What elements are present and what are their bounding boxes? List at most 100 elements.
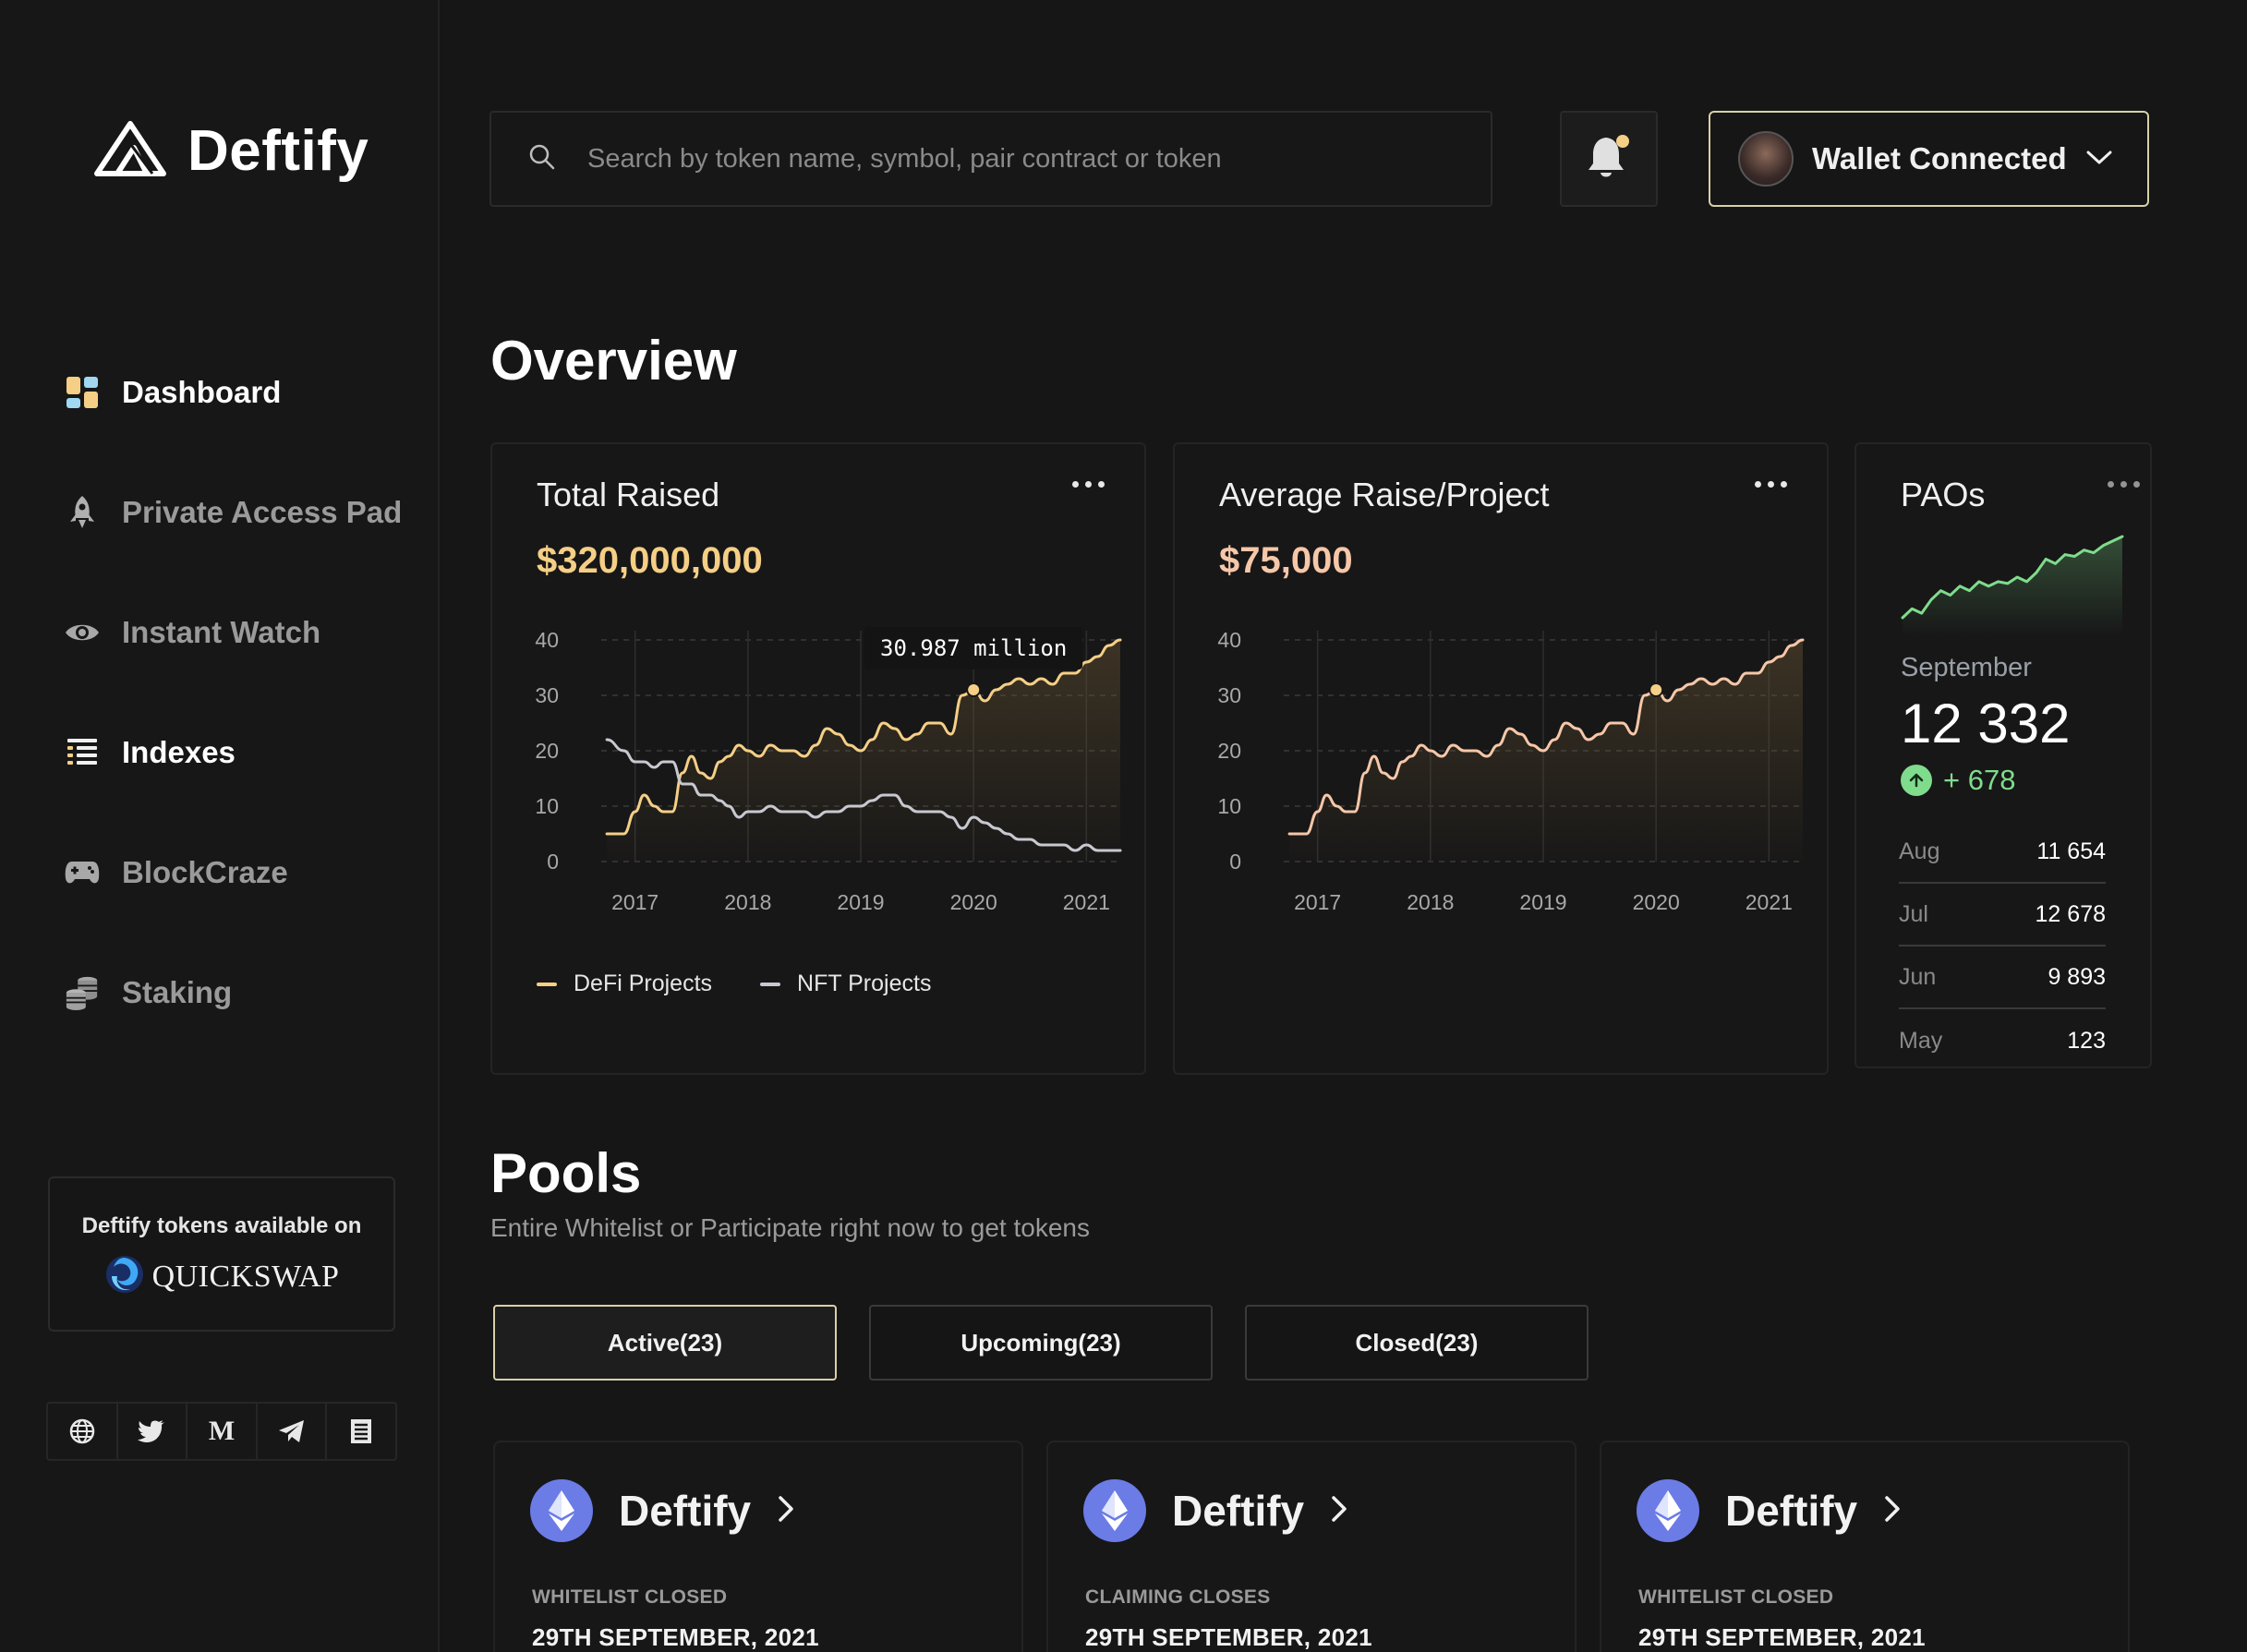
highlight-point — [1649, 682, 1664, 697]
nav-item-private-access-pad[interactable]: Private Access Pad — [65, 452, 402, 573]
pool-header[interactable]: Deftify — [1083, 1479, 1348, 1542]
promo-text: Deftify tokens available on — [81, 1213, 362, 1238]
list-icon — [65, 735, 100, 770]
nav-item-blockcraze[interactable]: BlockCraze — [65, 813, 402, 933]
x-tick-label: 2019 — [837, 890, 884, 914]
tab-closed[interactable]: Closed(23) — [1245, 1305, 1589, 1381]
nav-label-dashboard: Dashboard — [122, 375, 282, 409]
wallet-label: Wallet Connected — [1812, 141, 2067, 175]
dashboard-icon — [65, 375, 100, 410]
y-tick-label: 20 — [535, 739, 559, 763]
paos-sparkline — [1901, 535, 2124, 636]
nav-label-blockcraze: BlockCraze — [122, 855, 288, 889]
paos-change-value: + 678 — [1943, 764, 2016, 796]
row-month: Jun — [1899, 963, 1937, 990]
list-item: Aug 11 654 — [1899, 821, 2106, 884]
x-tick-label: 2020 — [950, 890, 997, 914]
pool-card[interactable]: Deftify CLAIMING CLOSES 29TH SEPTEMBER, … — [1046, 1441, 1577, 1652]
notifications-button[interactable] — [1560, 111, 1658, 207]
row-month: May — [1899, 1027, 1943, 1054]
nav-item-dashboard[interactable]: Dashboard — [65, 332, 402, 452]
pool-status: WHITELIST CLOSED — [1638, 1586, 1834, 1608]
legend-label-nft: NFT Projects — [797, 971, 932, 996]
ethereum-icon — [530, 1479, 593, 1542]
chart-legend: DeFi Projects NFT Projects — [537, 971, 931, 997]
paos-history: Aug 11 654 Jul 12 678 Jun 9 893 May 123 — [1899, 821, 2106, 1072]
y-tick-label: 40 — [1217, 628, 1241, 652]
overview-title: Overview — [490, 330, 737, 392]
total-raised-card: Total Raised $320,000,000 0 10 20 30 40 2017 2… — [490, 442, 1146, 1075]
nav-label-staking: Staking — [122, 975, 233, 1009]
globe-icon[interactable] — [48, 1404, 118, 1459]
pool-header[interactable]: Deftify — [530, 1479, 795, 1542]
search-bar[interactable] — [489, 111, 1492, 207]
y-tick-label: 10 — [535, 794, 559, 818]
pool-date: 29TH SEPTEMBER, 2021 — [1638, 1623, 1926, 1651]
quickswap-logo: QUICKSWAP — [50, 1254, 393, 1299]
nav-label-indexes: Indexes — [122, 735, 236, 769]
chevron-down-icon — [2085, 148, 2113, 171]
pool-header[interactable]: Deftify — [1637, 1479, 1902, 1542]
nav-item-indexes[interactable]: Indexes — [65, 693, 402, 813]
search-input[interactable] — [587, 143, 1419, 175]
pool-name: Deftify — [1172, 1487, 1305, 1535]
brand[interactable]: Deftify — [93, 118, 368, 184]
coins-icon — [65, 975, 100, 1010]
tab-upcoming[interactable]: Upcoming(23) — [869, 1305, 1213, 1381]
search-icon — [528, 143, 556, 175]
bell-icon — [1586, 132, 1632, 187]
telegram-icon[interactable] — [258, 1404, 328, 1459]
x-tick-label: 2019 — [1519, 890, 1566, 914]
average-raise-card: Average Raise/Project $75,000 0 10 20 30 40 2… — [1173, 442, 1829, 1075]
legend-item-defi: DeFi Projects — [537, 971, 712, 997]
rocket-icon — [65, 495, 100, 530]
paos-change: + 678 — [1901, 764, 2015, 797]
quickswap-swirl-icon — [104, 1254, 145, 1299]
y-tick-label: 30 — [1217, 683, 1241, 707]
y-tick-label: 10 — [1217, 794, 1241, 818]
y-tick-label: 30 — [535, 683, 559, 707]
nav-item-instant-watch[interactable]: Instant Watch — [65, 573, 402, 693]
chevron-right-icon — [1330, 1495, 1348, 1527]
highlight-point — [966, 682, 982, 697]
wallet-connect-button[interactable]: Wallet Connected — [1709, 111, 2149, 207]
medium-icon[interactable]: M — [187, 1404, 258, 1459]
nav-label-private-access-pad: Private Access Pad — [122, 495, 403, 529]
row-value: 12 678 — [2035, 900, 2106, 927]
legend-label-defi: DeFi Projects — [574, 971, 713, 996]
legend-item-nft: NFT Projects — [760, 971, 931, 997]
pool-card[interactable]: Deftify WHITELIST CLOSED 29TH SEPTEMBER,… — [1600, 1441, 2130, 1652]
list-item: Jun 9 893 — [1899, 947, 2106, 1009]
nav-item-staking[interactable]: Staking — [65, 933, 402, 1053]
y-tick-label: 0 — [547, 850, 559, 874]
pool-status: WHITELIST CLOSED — [532, 1586, 728, 1608]
row-value: 123 — [2067, 1027, 2106, 1054]
chevron-right-icon — [777, 1495, 795, 1527]
x-tick-label: 2018 — [724, 890, 771, 914]
quickswap-promo[interactable]: Deftify tokens available on QUICKSWAP — [48, 1176, 395, 1332]
x-tick-label: 2020 — [1633, 890, 1680, 914]
tooltip-label: 30.987 million — [880, 635, 1067, 661]
row-month: Aug — [1899, 838, 1940, 864]
ethereum-icon — [1083, 1479, 1146, 1542]
document-icon[interactable] — [327, 1404, 395, 1459]
row-value: 11 654 — [2036, 838, 2106, 864]
avatar — [1738, 131, 1794, 187]
x-tick-label: 2021 — [1063, 890, 1110, 914]
y-tick-label: 20 — [1217, 739, 1241, 763]
average-raise-chart: 0 10 20 30 40 2017 2018 2019 2020 2021 — [1217, 628, 1805, 914]
social-links: M — [46, 1402, 397, 1461]
quickswap-name: QUICKSWAP — [151, 1259, 340, 1294]
deftify-logo-icon — [93, 120, 167, 182]
tab-active[interactable]: Active(23) — [493, 1305, 837, 1381]
y-tick-label: 40 — [535, 628, 559, 652]
arrow-up-icon — [1901, 765, 1932, 796]
row-month: Jul — [1899, 900, 1928, 927]
y-tick-label: 0 — [1229, 850, 1241, 874]
paos-value: 12 332 — [1901, 693, 2071, 754]
nav-label-instant-watch: Instant Watch — [122, 615, 321, 649]
list-item: May 123 — [1899, 1009, 2106, 1072]
twitter-icon[interactable] — [118, 1404, 188, 1459]
pool-card[interactable]: Deftify WHITELIST CLOSED 29TH SEPTEMBER,… — [493, 1441, 1023, 1652]
pools-subtitle: Entire Whitelist or Participate right no… — [490, 1213, 1090, 1242]
